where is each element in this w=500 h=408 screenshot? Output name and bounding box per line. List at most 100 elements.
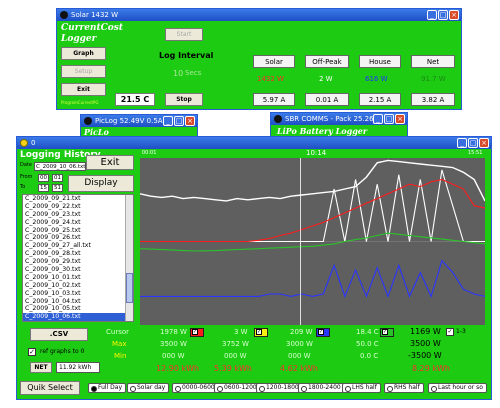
temp-min: 0.0 C <box>360 352 379 360</box>
maximize-icon[interactable]: □ <box>438 10 448 20</box>
close-icon[interactable]: × <box>395 114 405 124</box>
file-list-item[interactable]: C_2009_09_30.txt <box>23 266 133 274</box>
temperature-display: 21.5 C <box>115 93 155 106</box>
range-solar-day[interactable]: Solar day <box>127 383 170 393</box>
house-energy: 2.15 A <box>359 93 401 106</box>
house-swatch[interactable]: ✓ <box>316 328 330 337</box>
cursor-label: Cursor <box>106 328 130 336</box>
to-label: To <box>20 184 26 190</box>
file-list-scrollbar[interactable] <box>125 195 133 321</box>
file-list-item[interactable]: C_2009_09_26.txt <box>23 234 133 242</box>
sbr-window-titlebar[interactable]: SBR COMMS - Pack 25.26 V _ □ × <box>271 113 407 125</box>
maximize-icon[interactable]: □ <box>384 114 394 124</box>
maximize-icon[interactable]: □ <box>468 138 478 148</box>
solar-power: 1432 W <box>257 75 284 83</box>
ref-graphs-checkbox[interactable]: ✓ <box>28 348 36 356</box>
file-list-item[interactable]: C_2009_09_29.txt <box>23 258 133 266</box>
file-list-item[interactable]: C_2009_10_02.txt <box>23 282 133 290</box>
to-minute-field[interactable]: 51 <box>52 184 63 192</box>
house-cursor: 209 W <box>290 328 313 336</box>
graph-button[interactable]: Graph <box>61 47 106 60</box>
file-list-item[interactable]: C_2009_09_23.txt <box>23 211 133 219</box>
date-field[interactable]: C_2009_10_06.txt <box>34 162 86 171</box>
house-power: 616 W <box>365 75 388 83</box>
display-button[interactable]: Display <box>68 175 134 192</box>
file-list-item[interactable]: C_2009_10_01.txt <box>23 274 133 282</box>
scale-checkbox[interactable]: ✓ <box>446 328 454 336</box>
chart-time-end: 15:51 <box>468 150 483 156</box>
solar-energy: 5.97 A <box>253 93 295 106</box>
net-button[interactable]: NET <box>30 362 52 373</box>
interval-unit: Secs <box>185 69 202 77</box>
history-window-titlebar[interactable]: 0 _ □ × <box>17 137 491 149</box>
offpeak-energy: 0.01 A <box>305 93 349 106</box>
status-text: ProgramCurrentPG <box>61 100 99 105</box>
app-name-line1: CurrentCost <box>61 23 124 33</box>
house-header: House <box>359 55 401 68</box>
file-list-item[interactable]: C_2009_10_04.txt <box>23 298 133 306</box>
history-chart-svg[interactable] <box>140 158 485 325</box>
solar-swatch[interactable]: ✓ <box>190 328 204 337</box>
file-list-item[interactable]: C_2009_10_06.txt <box>23 313 133 321</box>
solar-header: Solar <box>253 55 295 68</box>
range-1200-1800[interactable]: 1200-1800 <box>256 383 303 393</box>
temp-swatch[interactable]: ✓ <box>380 328 394 337</box>
file-list-item[interactable]: C_2009_10_05.txt <box>23 305 133 313</box>
net-energy-field: 11.92 kWh <box>56 362 100 373</box>
from-label: From <box>20 174 33 180</box>
close-icon[interactable]: × <box>185 116 195 126</box>
offpeak-power: 2 W <box>319 75 333 83</box>
quick-select-button[interactable]: Quik Select <box>20 381 80 395</box>
solar-min: 000 W <box>162 352 185 360</box>
file-list-item[interactable]: C_2009_09_27_all.txt <box>23 242 133 250</box>
exit-button[interactable]: Exit <box>61 83 106 96</box>
file-list-item[interactable]: test.txt <box>23 321 133 322</box>
maximize-icon[interactable]: □ <box>174 116 184 126</box>
setup-button[interactable]: Setup <box>61 65 106 78</box>
interval-value[interactable]: 10 <box>173 69 183 78</box>
offpeak-kwh: 5.39 kWh <box>214 364 252 373</box>
piclog-window-titlebar[interactable]: PicLog 52.49V 0.5A _ □ × <box>81 115 197 127</box>
range-full-day[interactable]: Full Day <box>88 383 127 393</box>
solar-cursor: 1978 W <box>160 328 187 336</box>
range-0000-0600[interactable]: 0000-0600 <box>172 383 219 393</box>
series-line-solar <box>140 178 485 243</box>
solar-window-title: Solar 1432 W <box>71 11 119 19</box>
stop-button[interactable]: Stop <box>165 93 203 106</box>
net-kwh: 8.29 kWh <box>412 364 450 373</box>
range-0600-1200[interactable]: 0600-1200 <box>214 383 261 393</box>
history-chart[interactable] <box>140 158 485 325</box>
file-list-item[interactable]: C_2009_09_21.txt <box>23 195 133 203</box>
minimize-icon[interactable]: _ <box>163 116 173 126</box>
file-list-item[interactable]: C_2009_09_24.txt <box>23 219 133 227</box>
history-exit-button[interactable]: Exit <box>86 155 134 170</box>
file-list[interactable]: C_2009_09_21.txt C_2009_09_22.txt C_2009_0… <box>22 194 134 322</box>
from-minute-field[interactable]: 01 <box>52 174 63 182</box>
file-list-item[interactable]: C_2009_10_03.txt <box>23 290 133 298</box>
range-1800-2400[interactable]: 1800-2400 <box>298 383 345 393</box>
series-line-house <box>140 259 485 299</box>
minimize-icon[interactable]: _ <box>373 114 383 124</box>
log-interval-label: Log Interval <box>159 51 214 60</box>
to-hour-field[interactable]: 15 <box>38 184 49 192</box>
close-icon[interactable]: × <box>449 10 459 20</box>
offpeak-min: 000 W <box>224 352 247 360</box>
offpeak-swatch[interactable]: ✓ <box>254 328 268 337</box>
range-rhs-half[interactable]: RHS half <box>384 383 424 393</box>
minimize-icon[interactable]: _ <box>427 10 437 20</box>
file-list-item[interactable]: C_2009_09_28.txt <box>23 250 133 258</box>
file-list-item[interactable]: C_2009_09_22.txt <box>23 203 133 211</box>
file-list-item[interactable]: C_2009_09_25.txt <box>23 227 133 235</box>
range-last-hour[interactable]: Last hour or so <box>428 383 487 393</box>
range-lhs-half[interactable]: LHS half <box>342 383 381 393</box>
from-hour-field[interactable]: 00 <box>38 174 49 182</box>
solar-window-titlebar[interactable]: Solar 1432 W _ □ × <box>57 9 461 21</box>
sbr-window: SBR COMMS - Pack 25.26 V _ □ × LiPo Batt… <box>270 112 408 138</box>
csv-button[interactable]: .CSV <box>30 328 88 341</box>
temp-max: 50.0 C <box>356 340 379 348</box>
scale-label: 1-3 <box>456 328 466 335</box>
close-icon[interactable]: × <box>479 138 489 148</box>
minimize-icon[interactable]: _ <box>457 138 467 148</box>
start-button[interactable]: Start <box>165 28 203 41</box>
scrollbar-thumb[interactable] <box>126 273 133 303</box>
